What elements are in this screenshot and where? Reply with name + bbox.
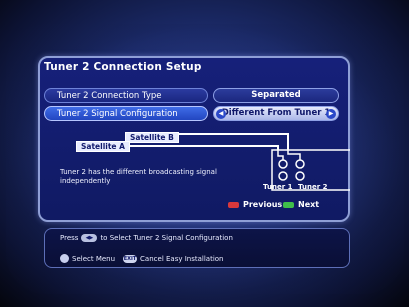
tuner2-output-connector xyxy=(295,171,305,181)
right-arrow-icon[interactable]: ▶ xyxy=(326,109,336,119)
satellite-a-cable xyxy=(122,145,279,150)
tuner1-input-connector xyxy=(278,159,288,169)
previous-label: Previous xyxy=(243,200,283,209)
help-line-select: Press ◀▶ to Select Tuner 2 Signal Config… xyxy=(60,234,233,242)
left-right-arrows-icon: ◀▶ xyxy=(81,234,98,242)
tuner2-input-connector xyxy=(295,159,305,169)
diagram-description: Tuner 2 has the different broadcasting s… xyxy=(60,168,217,185)
help-press-text: Press xyxy=(60,234,79,242)
tuner2-feed xyxy=(287,150,301,160)
connection-type-row[interactable]: Tuner 2 Connection Type xyxy=(44,88,208,103)
connection-type-value[interactable]: Separated xyxy=(213,88,339,103)
green-key-icon xyxy=(283,201,294,208)
satellite-b-cable xyxy=(164,133,289,150)
satellite-a-label: Satellite A xyxy=(76,141,130,152)
help-cancel-text: Cancel Easy Installation xyxy=(140,254,224,263)
help-select-menu: Select Menu xyxy=(72,254,116,263)
next-button[interactable]: Next xyxy=(283,200,319,209)
help-line-menu: Select Menu EXIT Cancel Easy Installatio… xyxy=(60,254,223,263)
tuner2-label: Tuner 2 xyxy=(298,183,328,191)
satellite-b-label: Satellite B xyxy=(125,132,179,143)
tuner1-feed xyxy=(277,146,284,160)
previous-button[interactable]: Previous xyxy=(228,200,282,209)
exit-key-icon: EXIT xyxy=(123,254,138,263)
next-label: Next xyxy=(298,200,320,209)
help-press-action: to Select Tuner 2 Signal Configuration xyxy=(100,234,233,242)
signal-configuration-value[interactable]: ◀ Different From Tuner 1 ▶ xyxy=(213,106,339,121)
connection-type-label: Tuner 2 Connection Type xyxy=(57,91,162,101)
signal-configuration-value-text: Different From Tuner 1 xyxy=(221,108,331,118)
select-dial-icon xyxy=(60,254,69,263)
tuner1-label: Tuner 1 xyxy=(263,183,293,191)
panel-title: Tuner 2 Connection Setup xyxy=(44,61,202,73)
signal-configuration-label: Tuner 2 Signal Configuration xyxy=(57,109,178,119)
tuner1-output-connector xyxy=(278,171,288,181)
signal-configuration-row[interactable]: Tuner 2 Signal Configuration xyxy=(44,106,208,121)
left-arrow-icon[interactable]: ◀ xyxy=(216,109,226,119)
red-key-icon xyxy=(228,201,239,208)
